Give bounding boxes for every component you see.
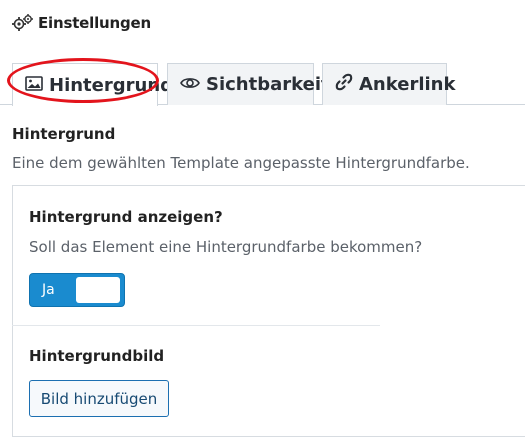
tab-label: Ankerlink	[359, 74, 456, 95]
tab-bar: Hintergrund Sichtbarkeit Ankerlink	[0, 63, 525, 106]
page-title: Einstellungen	[38, 14, 151, 32]
toggle-label: Ja	[42, 282, 55, 298]
toggle-knob	[76, 277, 120, 303]
tab-hintergrund[interactable]: Hintergrund	[12, 63, 173, 106]
field-label: Hintergrund anzeigen?	[29, 208, 223, 226]
tab-ankerlink[interactable]: Ankerlink	[322, 63, 455, 105]
section-title: Hintergrund	[12, 125, 116, 143]
tab-label: Hintergrund	[49, 74, 174, 96]
tab-sichtbarkeit[interactable]: Sichtbarkeit	[167, 63, 330, 105]
settings-window: Einstellungen Hintergrund Sichtbarkeit A…	[0, 0, 525, 443]
header: Einstellungen	[12, 11, 151, 35]
add-image-button[interactable]: Bild hinzufügen	[29, 380, 169, 417]
gears-icon	[12, 13, 34, 33]
divider	[12, 325, 380, 326]
image-icon	[25, 75, 43, 96]
field-description: Soll das Element eine Hintergrundfarbe b…	[29, 238, 423, 256]
link-icon	[335, 73, 353, 96]
eye-icon	[180, 74, 200, 95]
field-label: Hintergrundbild	[29, 347, 165, 365]
tab-label: Sichtbarkeit	[206, 74, 330, 95]
background-toggle[interactable]: Ja	[29, 273, 125, 307]
section-description: Eine dem gewählten Template angepasste H…	[12, 154, 470, 172]
